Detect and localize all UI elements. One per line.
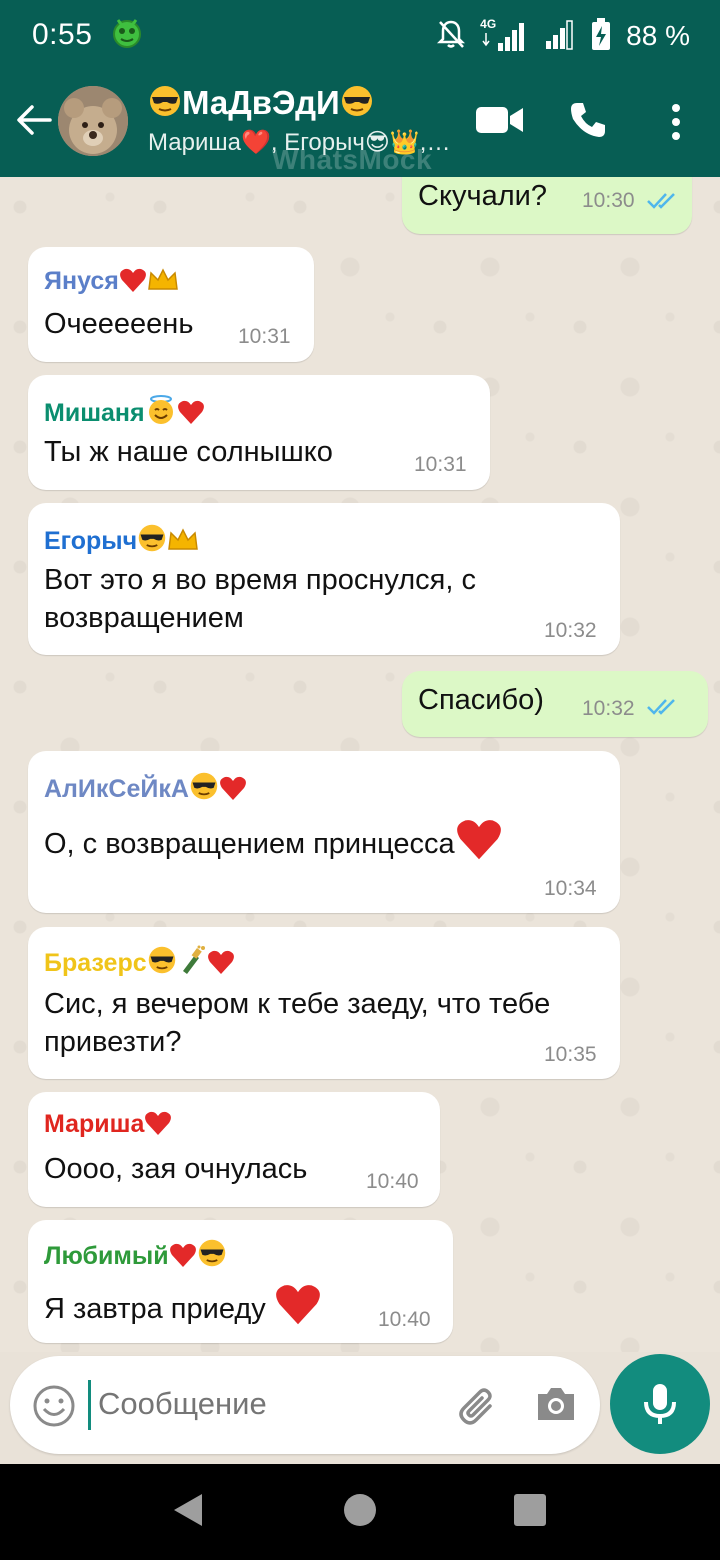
mic-button[interactable] [610, 1354, 710, 1454]
message-bubble-incoming[interactable]: Бразерс Сис, я вечером к тебе заеду, что… [28, 927, 620, 1079]
sunglasses-emoji-icon [148, 84, 182, 126]
sender-name: Януся [44, 267, 119, 295]
message-text-line: возвращением [44, 602, 244, 634]
battery-percent: 88 % [626, 20, 690, 51]
heart-emoji-icon [144, 1110, 172, 1143]
message-text: Спасибо) [418, 684, 544, 716]
message-text: Скучали? [418, 180, 547, 212]
message-time: 10:30 [582, 189, 635, 212]
phone-icon[interactable] [568, 100, 608, 145]
message-text: Очееееень [44, 308, 194, 340]
message-time: 10:32 [582, 697, 635, 720]
sender-name: АлИкСеЙкА [44, 775, 189, 803]
heart-emoji-icon [207, 949, 235, 982]
emoji-icon[interactable] [32, 1384, 76, 1433]
sunglasses-emoji-icon [189, 771, 219, 808]
message-bubble-incoming[interactable]: Егорыч Вот это я во время проснулся, с в… [28, 503, 620, 655]
sender-name: Егорыч [44, 527, 138, 555]
bug-icon [110, 14, 144, 55]
message-text-line: Вот это я во время проснулся, с [44, 564, 476, 596]
message-time: 10:40 [366, 1170, 419, 1193]
video-call-icon[interactable] [476, 104, 524, 141]
message-bubble-outgoing[interactable]: Спасибо) 10:32 [402, 671, 708, 737]
crown-emoji-icon [167, 527, 199, 560]
message-text-content: О, с возвращением принцесса [44, 828, 455, 860]
signal-icon [544, 17, 576, 56]
signal-4g-icon: 4G [480, 17, 530, 53]
message-time: 10:35 [544, 1043, 597, 1066]
message-text-content: Я завтра приеду [44, 1293, 266, 1325]
heart-emoji-icon [169, 1242, 197, 1275]
chat-title-text: МаДвЭдИ [182, 84, 340, 121]
message-bubble-incoming[interactable]: Мариша Оооо, зая очнулась 10:40 [28, 1092, 440, 1207]
sunglasses-emoji-icon [340, 84, 374, 126]
sunglasses-emoji-icon [147, 945, 177, 982]
heart-emoji-icon [219, 775, 247, 808]
watermark: WhatsMock [272, 144, 433, 175]
sunglasses-emoji-icon [137, 523, 167, 560]
back-arrow-icon[interactable] [14, 100, 58, 144]
message-time: 10:40 [378, 1308, 431, 1331]
champagne-emoji-icon [177, 945, 207, 982]
message-bubble-incoming[interactable]: Януся Очееееень 10:31 [28, 247, 314, 362]
message-input[interactable] [98, 1386, 398, 1422]
nav-home-icon[interactable] [344, 1494, 376, 1526]
sender-name: Мишаня [44, 399, 145, 427]
message-text: О, с возвращением принцесса [44, 817, 503, 871]
read-ticks-icon [646, 697, 680, 722]
message-bubble-incoming[interactable]: Любимый Я завтра приеду 10:40 [28, 1220, 453, 1343]
message-text: Ты ж наше солнышко [44, 436, 333, 468]
message-text: Оооо, зая очнулась [44, 1153, 308, 1185]
notifications-off-icon [436, 18, 466, 55]
halo-smile-emoji-icon [145, 395, 177, 432]
message-bubble-incoming[interactable]: АлИкСеЙкА О, с возвращением принцесса 10… [28, 751, 620, 913]
message-time: 10:34 [544, 877, 597, 900]
message-time: 10:32 [544, 619, 597, 642]
nav-back-icon[interactable] [172, 1492, 204, 1533]
chat-header: МаДвЭдИ Мариша❤️, Егорыч😎👑,… WhatsMock [0, 72, 720, 177]
heart-emoji-icon [119, 267, 147, 300]
message-composer [10, 1356, 600, 1454]
crown-emoji-icon [147, 267, 179, 300]
status-bar: 0:55 4G 88 % [0, 0, 720, 72]
system-nav-bar [0, 1464, 720, 1560]
message-sender: Егорыч [44, 523, 199, 560]
more-vert-icon[interactable] [664, 102, 688, 147]
heart-emoji-icon [177, 399, 205, 432]
heart-emoji-icon [274, 1282, 322, 1336]
chat-title[interactable]: МаДвЭдИ [148, 84, 374, 126]
message-bubble-incoming[interactable]: Мишаня Ты ж наше солнышко 10:31 [28, 375, 490, 490]
message-sender: Любимый [44, 1238, 227, 1275]
message-bubble-outgoing[interactable]: Скучали? 10:30 [402, 177, 692, 234]
heart-emoji-icon [455, 817, 503, 871]
message-list[interactable]: Скучали? 10:30 Януся Очееееень 10:31 Миш… [0, 177, 720, 1352]
mic-icon [644, 1384, 676, 1424]
message-time: 10:31 [414, 453, 467, 476]
message-text: Я завтра приеду [44, 1282, 322, 1336]
message-sender: Мариша [44, 1110, 172, 1143]
text-cursor [88, 1380, 91, 1430]
message-sender: Януся [44, 267, 179, 300]
message-sender: АлИкСеЙкА [44, 771, 247, 808]
sender-name: Мариша [44, 1110, 145, 1138]
message-sender: Бразерс [44, 945, 235, 982]
sunglasses-emoji-icon [197, 1238, 227, 1275]
message-text-line: Сис, я вечером к тебе заеду, что тебе [44, 988, 551, 1020]
sender-name: Бразерс [44, 949, 147, 977]
read-ticks-icon [646, 191, 680, 216]
status-time: 0:55 [32, 18, 93, 51]
camera-icon[interactable] [534, 1384, 578, 1429]
message-time: 10:31 [238, 325, 291, 348]
attach-icon[interactable] [456, 1384, 500, 1433]
nav-recents-icon[interactable] [514, 1494, 546, 1526]
sender-name: Любимый [44, 1242, 169, 1270]
message-sender: Мишаня [44, 395, 205, 432]
message-text-line: привезти? [44, 1026, 182, 1058]
group-avatar[interactable] [58, 86, 128, 156]
status-icons: 4G 88 % [436, 16, 690, 56]
battery-charging-icon [590, 17, 612, 56]
